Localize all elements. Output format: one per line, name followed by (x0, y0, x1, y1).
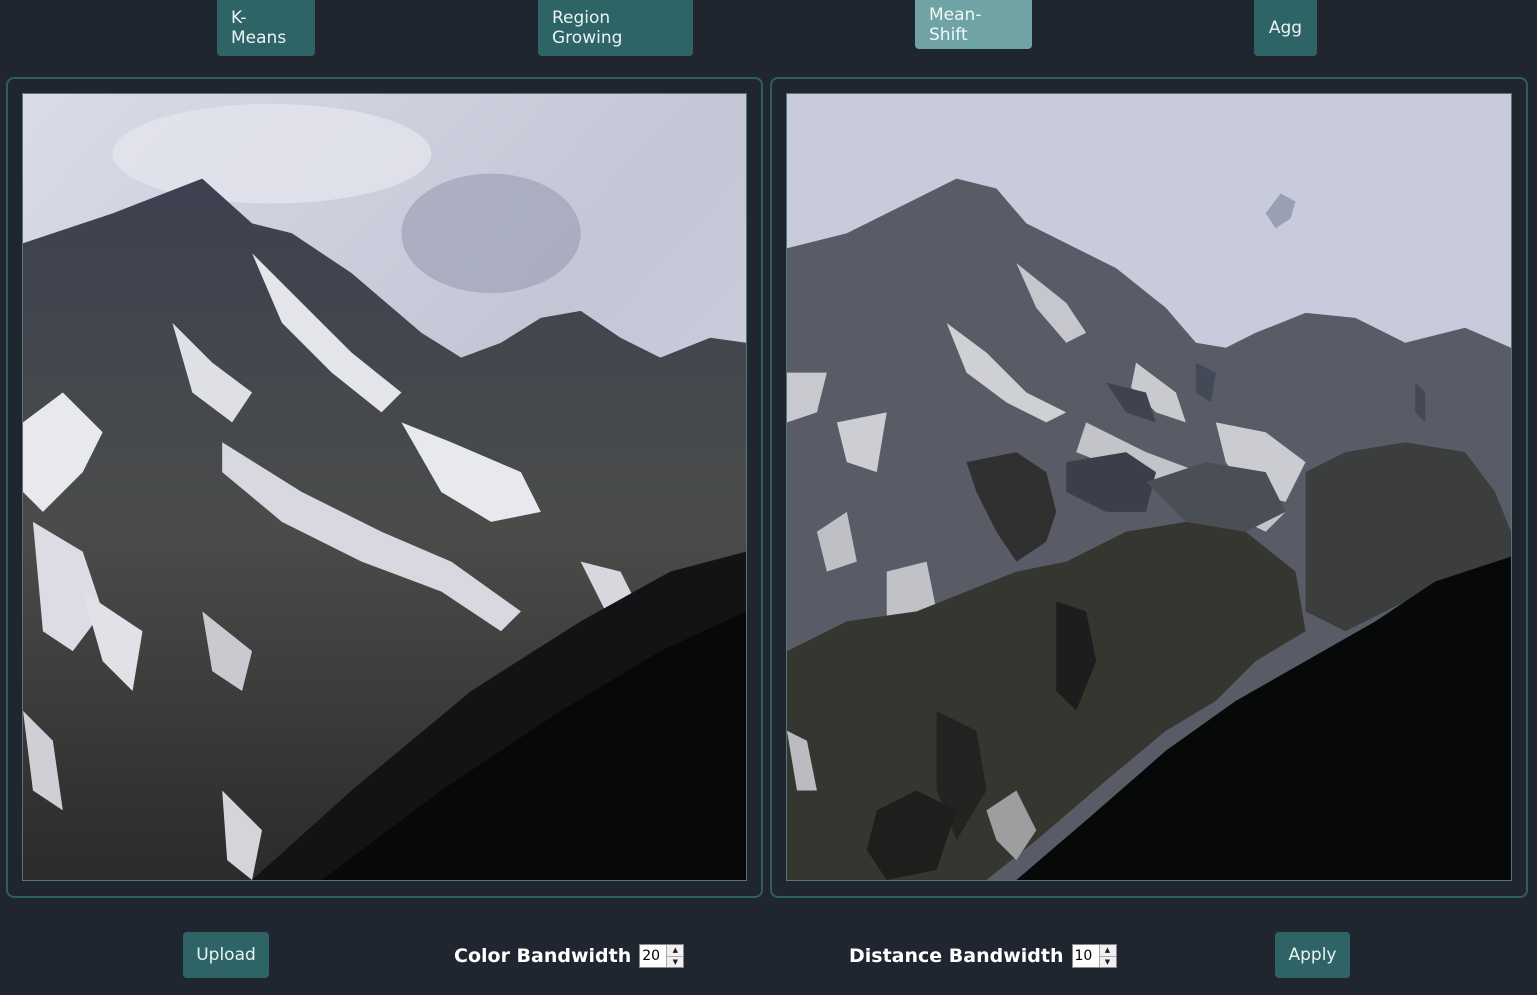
distance-bandwidth-label: Distance Bandwidth (849, 945, 1064, 967)
output-image (786, 93, 1512, 881)
tab-k-means[interactable]: K-Means (217, 0, 315, 56)
input-mountain-image (23, 94, 746, 880)
output-image-panel (770, 77, 1528, 898)
color-bandwidth-arrows[interactable]: ▲ ▼ (666, 945, 684, 967)
tab-region-growing[interactable]: Region Growing (538, 0, 693, 56)
color-bandwidth-stepper[interactable]: 20 ▲ ▼ (639, 944, 685, 968)
tab-agg[interactable]: Agg (1254, 0, 1317, 56)
input-image (22, 93, 747, 881)
apply-button[interactable]: Apply (1275, 932, 1350, 978)
chevron-up-icon[interactable]: ▲ (1099, 945, 1116, 956)
distance-bandwidth-control: Distance Bandwidth 10 ▲ ▼ (849, 942, 1117, 970)
distance-bandwidth-stepper[interactable]: 10 ▲ ▼ (1071, 944, 1117, 968)
upload-button[interactable]: Upload (183, 932, 269, 978)
distance-bandwidth-arrows[interactable]: ▲ ▼ (1098, 945, 1116, 967)
tab-mean-shift[interactable]: Mean-Shift (915, 0, 1032, 49)
color-bandwidth-control: Color Bandwidth 20 ▲ ▼ (454, 942, 685, 970)
chevron-down-icon[interactable]: ▼ (667, 955, 684, 967)
input-image-panel (6, 77, 763, 898)
color-bandwidth-label: Color Bandwidth (454, 945, 632, 967)
chevron-up-icon[interactable]: ▲ (667, 945, 684, 956)
chevron-down-icon[interactable]: ▼ (1099, 955, 1116, 967)
distance-bandwidth-value[interactable]: 10 (1073, 945, 1099, 967)
color-bandwidth-value[interactable]: 20 (640, 945, 666, 967)
segmented-mountain-image (787, 94, 1511, 880)
